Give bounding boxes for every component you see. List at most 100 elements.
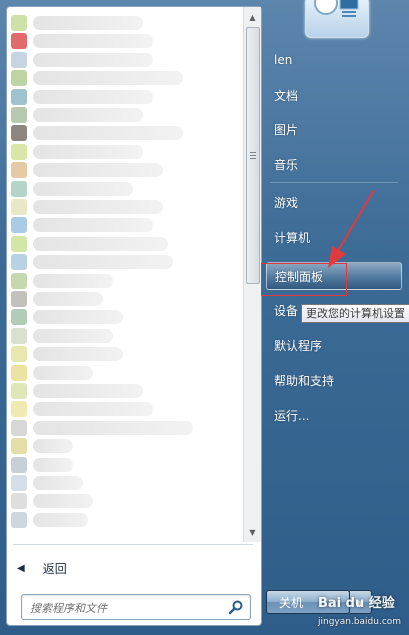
right-item-3[interactable]: 音乐 xyxy=(266,151,402,179)
program-icon xyxy=(11,15,27,31)
program-name-blurred xyxy=(33,292,103,306)
program-icon xyxy=(11,383,27,399)
list-item[interactable] xyxy=(11,399,153,419)
right-item-6[interactable]: 控制面板 xyxy=(266,262,402,290)
program-name-blurred xyxy=(33,402,153,417)
program-name-blurred xyxy=(33,181,133,196)
back-arrow-icon: ◀ xyxy=(17,562,25,574)
program-icon xyxy=(11,475,27,491)
list-item[interactable] xyxy=(11,436,73,456)
list-item[interactable] xyxy=(11,271,113,291)
program-name-blurred xyxy=(33,236,168,251)
list-item[interactable] xyxy=(11,123,183,143)
program-icon xyxy=(11,70,27,87)
program-name-blurred xyxy=(33,494,93,509)
list-item[interactable] xyxy=(11,160,163,180)
right-item-2[interactable]: 图片 xyxy=(266,116,402,144)
left-pane: ▲ ▼ ◀ 返回 xyxy=(6,6,262,626)
search-input[interactable] xyxy=(28,595,228,621)
back-label: 返回 xyxy=(42,561,67,576)
list-item[interactable] xyxy=(11,142,143,162)
list-item[interactable] xyxy=(11,197,163,217)
list-item[interactable] xyxy=(11,50,153,70)
program-icon xyxy=(11,143,27,160)
program-icon xyxy=(11,180,27,197)
program-icon xyxy=(11,33,27,50)
program-icon xyxy=(11,456,27,473)
program-name-blurred xyxy=(33,108,143,122)
list-item[interactable] xyxy=(11,215,153,235)
program-name-blurred xyxy=(33,476,83,490)
program-icon xyxy=(11,419,27,436)
program-list xyxy=(7,7,243,542)
list-item[interactable] xyxy=(11,13,143,33)
watermark: Bai du 经验 xyxy=(318,596,395,611)
list-item[interactable] xyxy=(11,87,153,107)
list-item[interactable] xyxy=(11,473,83,493)
right-item-8[interactable]: 默认程序 xyxy=(266,332,402,360)
program-icon xyxy=(11,493,27,510)
right-item-0[interactable]: len xyxy=(266,46,402,74)
right-item-10[interactable]: 运行... xyxy=(266,402,402,430)
program-name-blurred xyxy=(33,52,153,67)
program-icon xyxy=(11,217,27,234)
program-icon xyxy=(11,511,27,528)
scroll-up-icon[interactable]: ▲ xyxy=(244,9,261,25)
divider xyxy=(13,544,253,545)
scrollbar[interactable]: ▲ ▼ xyxy=(243,7,261,542)
list-item[interactable] xyxy=(11,418,193,438)
program-name-blurred xyxy=(33,365,93,380)
tooltip: 更改您的计算机设置 xyxy=(301,304,409,323)
program-name-blurred xyxy=(33,512,88,527)
back-button[interactable]: ◀ 返回 xyxy=(17,557,67,579)
scroll-thumb[interactable] xyxy=(246,27,260,284)
program-icon xyxy=(11,107,27,123)
list-item[interactable] xyxy=(11,326,113,346)
list-item[interactable] xyxy=(11,491,93,511)
list-item[interactable] xyxy=(11,68,183,88)
list-item[interactable] xyxy=(11,510,88,530)
search-icon[interactable] xyxy=(228,599,244,615)
program-name-blurred xyxy=(33,347,123,362)
program-icon xyxy=(11,272,27,289)
program-name-blurred xyxy=(33,420,193,435)
list-item[interactable] xyxy=(11,31,153,51)
program-icon xyxy=(11,235,27,252)
program-icon xyxy=(11,162,27,179)
scroll-down-icon[interactable]: ▼ xyxy=(244,524,261,540)
right-item-4[interactable]: 游戏 xyxy=(266,189,402,217)
right-item-5[interactable]: 计算机 xyxy=(266,224,402,252)
program-name-blurred xyxy=(33,89,153,104)
list-item[interactable] xyxy=(11,105,143,125)
user-picture[interactable] xyxy=(305,0,369,38)
right-item-1[interactable]: 文档 xyxy=(266,82,402,110)
list-item[interactable] xyxy=(11,252,173,272)
list-item[interactable] xyxy=(11,344,123,364)
program-name-blurred xyxy=(33,34,153,49)
list-item[interactable] xyxy=(11,289,103,309)
program-name-blurred xyxy=(33,200,163,214)
program-name-blurred xyxy=(33,273,113,288)
program-name-blurred xyxy=(33,310,123,325)
program-name-blurred xyxy=(33,384,143,398)
program-name-blurred xyxy=(33,328,113,343)
program-icon xyxy=(11,254,27,271)
list-item[interactable] xyxy=(11,307,123,327)
program-icon xyxy=(11,199,27,215)
program-name-blurred xyxy=(33,457,73,472)
start-menu: ▲ ▼ ◀ 返回 len文档图片音乐游戏计算机控制面板设备默认程序帮助和 xyxy=(0,0,409,635)
list-item[interactable] xyxy=(11,381,143,401)
program-name-blurred xyxy=(33,439,73,454)
program-icon xyxy=(11,438,27,455)
program-name-blurred xyxy=(33,16,143,30)
search-box[interactable] xyxy=(21,594,251,621)
right-item-9[interactable]: 帮助和支持 xyxy=(266,367,402,395)
program-icon xyxy=(11,327,27,344)
list-item[interactable] xyxy=(11,455,73,475)
program-icon xyxy=(11,51,27,68)
program-name-blurred xyxy=(33,144,143,159)
list-item[interactable] xyxy=(11,363,93,383)
list-item[interactable] xyxy=(11,179,133,199)
program-icon xyxy=(11,125,27,142)
list-item[interactable] xyxy=(11,234,168,254)
